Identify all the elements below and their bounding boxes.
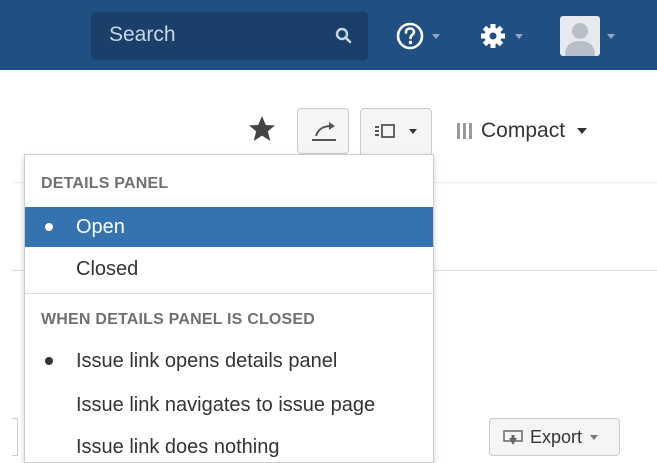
- search-icon: [335, 27, 352, 44]
- chevron-down-icon: [590, 434, 599, 440]
- details-panel-layout-button[interactable]: [360, 108, 432, 154]
- compact-list-icon: [457, 123, 472, 139]
- header-bar: Search: [0, 0, 657, 70]
- compact-view-button[interactable]: Compact: [455, 108, 605, 154]
- profile-menu-button[interactable]: [560, 12, 615, 60]
- details-panel-heading: DETAILS PANEL: [41, 175, 169, 192]
- star-icon[interactable]: [247, 114, 277, 144]
- share-button[interactable]: [297, 108, 349, 154]
- details-panel-open-option[interactable]: Open: [25, 207, 433, 247]
- help-menu-button[interactable]: [395, 12, 440, 60]
- share-icon: [312, 122, 336, 141]
- settings-menu-button[interactable]: [478, 12, 523, 60]
- selected-bullet-icon: [45, 223, 53, 231]
- page: Search Compact Export DETAILS PANEL Open…: [0, 0, 657, 463]
- user-silhouette-icon: [565, 23, 595, 56]
- chevron-down-icon: [432, 33, 440, 39]
- details-panel-closed-option[interactable]: Closed: [25, 249, 433, 289]
- issue-link-does-nothing-option[interactable]: Issue link does nothing: [25, 427, 433, 463]
- chevron-down-icon: [577, 128, 588, 134]
- compact-label: Compact: [481, 119, 566, 142]
- search-placeholder: Search: [109, 23, 176, 46]
- menu-item-label: Issue link opens details panel: [76, 349, 338, 372]
- chevron-down-icon: [515, 33, 523, 39]
- menu-item-label: Issue link does nothing: [76, 435, 280, 458]
- chevron-down-icon: [607, 33, 615, 39]
- menu-item-label: Closed: [76, 257, 139, 280]
- when-closed-heading: WHEN DETAILS PANEL IS CLOSED: [41, 311, 316, 328]
- details-panel-dropdown: DETAILS PANEL Open Closed WHEN DETAILS P…: [24, 154, 434, 463]
- issue-link-navigates-option[interactable]: Issue link navigates to issue page: [25, 385, 433, 425]
- search-input[interactable]: Search: [91, 12, 368, 60]
- help-icon: [396, 22, 424, 50]
- chevron-down-icon: [409, 129, 417, 134]
- menu-divider: [25, 293, 433, 294]
- menu-item-label: Issue link navigates to issue page: [76, 393, 376, 416]
- partial-button: [12, 418, 18, 456]
- details-panel-layout-icon: [375, 124, 395, 138]
- selected-bullet-icon: [45, 357, 53, 365]
- avatar: [560, 16, 600, 56]
- gear-icon: [481, 24, 505, 48]
- export-icon: [503, 430, 523, 445]
- issue-link-opens-panel-option[interactable]: Issue link opens details panel: [25, 341, 433, 381]
- export-label: Export: [530, 426, 583, 447]
- menu-item-label: Open: [76, 215, 125, 238]
- export-button[interactable]: Export: [489, 418, 620, 456]
